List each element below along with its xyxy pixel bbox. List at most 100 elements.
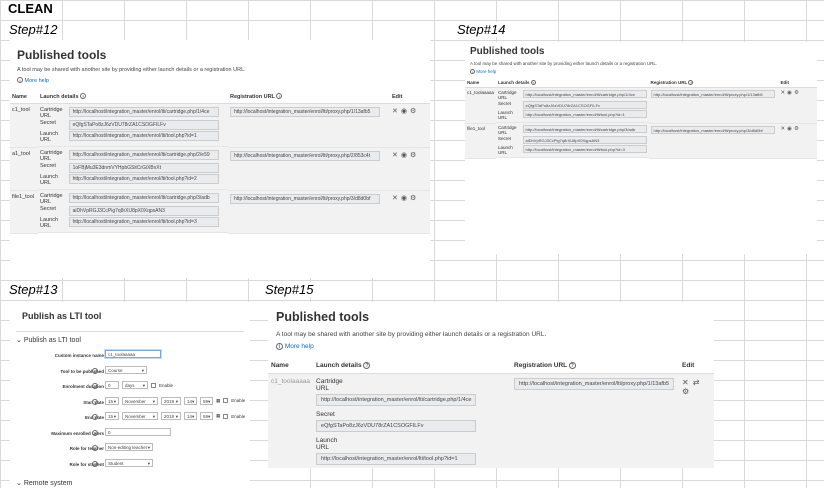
cartridge-url-field[interactable]: http://localhost/integration_master/enro… — [316, 394, 477, 406]
cartridge-url-field[interactable]: http://localhost/integration_master/enro… — [522, 90, 647, 98]
more-help-link[interactable]: More help — [285, 343, 314, 350]
tool-name: c1_toolaaaaa — [268, 373, 314, 468]
visibility-icon[interactable]: ◉ — [787, 126, 792, 132]
help-icon[interactable]: ? — [92, 367, 98, 374]
enrol-duration-input[interactable]: 0 — [105, 381, 119, 389]
delete-icon[interactable]: ✕ — [392, 107, 398, 115]
help-icon[interactable]: ? — [276, 93, 283, 99]
secret-field[interactable]: 1oFBjMu3E3dnmVYHpbGSitCrGiXBvXt — [68, 163, 219, 173]
tool-select[interactable]: Course ▾ — [105, 365, 147, 374]
help-icon[interactable]: ? — [92, 414, 98, 420]
step15-published-tools-panel: Published tools A tool may be shared wit… — [268, 302, 714, 468]
launch-url-field[interactable]: http://localhost/integration_master/enro… — [68, 217, 219, 227]
launch-url-field[interactable]: http://localhost/integration_master/enro… — [316, 453, 477, 465]
chevron-down-icon: ⌄ — [16, 480, 22, 487]
hour-select[interactable]: 14 ▾ — [184, 412, 197, 420]
cartridge-url-field[interactable]: http://localhost/integration_master/enro… — [68, 107, 219, 117]
hour-select[interactable]: 14 ▾ — [184, 396, 197, 405]
help-icon[interactable]: ? — [568, 362, 576, 369]
help-icon[interactable]: ? — [92, 398, 98, 405]
more-help-link[interactable]: More help — [25, 78, 49, 84]
calendar-icon[interactable]: ▦ — [216, 398, 220, 404]
form-row-custom-name: Custom instance name c1_toolaaaaa — [10, 349, 250, 365]
cartridge-url-field[interactable]: http://localhost/integration_master/enro… — [522, 125, 647, 133]
delete-icon[interactable]: ✕ — [392, 151, 398, 159]
help-icon[interactable]: ? — [530, 80, 536, 85]
month-select[interactable]: November ▾ — [122, 412, 158, 420]
table-row: c1_toolaaaaa Cartridge URL http://localhost… — [465, 87, 817, 124]
visibility-icon[interactable]: ◉ — [401, 151, 407, 159]
form-row-role-teacher: Role for teacher ? Non-editing teacher ▾ — [10, 442, 250, 458]
launch-url-field[interactable]: http://localhost/integration_master/enro… — [522, 110, 647, 118]
col-launch-details: Launch details — [498, 80, 530, 85]
duration-unit-select[interactable]: days ▾ — [122, 381, 148, 389]
registration-url-field[interactable]: http://localhost/integration_master/enro… — [650, 90, 775, 98]
visibility-icon[interactable]: ◉ — [787, 90, 792, 96]
role-student-select[interactable]: Student ▾ — [105, 458, 153, 467]
more-help-link[interactable]: More help — [476, 69, 496, 74]
visibility-icon[interactable]: ◉ — [401, 194, 407, 202]
field-label: Role for teacher — [69, 446, 104, 451]
launch-url-field[interactable]: http://localhost/integration_master/enro… — [68, 174, 219, 184]
delete-icon[interactable]: ✕ — [781, 90, 786, 96]
step14-published-tools-panel: Published tools A tool may be shared wit… — [465, 42, 817, 254]
role-teacher-select[interactable]: Non-editing teacher ▾ — [105, 443, 153, 451]
calendar-icon[interactable]: ▦ — [216, 413, 220, 419]
year-select[interactable]: 2018 ▾ — [161, 396, 181, 405]
cartridge-url-field[interactable]: http://localhost/integration_master/enro… — [68, 193, 219, 203]
launch-url-field[interactable]: http://localhost/integration_master/enro… — [522, 145, 647, 153]
secret-field[interactable]: eQfgSTaPo8zJ6zVDU78rZA1CSOGFILFv — [522, 101, 647, 109]
day-select[interactable]: 15 ▾ — [105, 396, 119, 405]
secret-field[interactable]: eQfgSTaPo8zJ6zVDU78rZA1CSOGFILFv — [316, 420, 477, 432]
delete-icon[interactable]: ✕ — [781, 126, 786, 132]
launch-url-field[interactable]: http://localhost/integration_master/enro… — [68, 131, 219, 141]
secret-field[interactable]: eQfgSTaPo8zJ6zVDU78rZA1CSOGFILFv — [68, 120, 219, 130]
delete-icon[interactable]: ✕ — [682, 378, 689, 387]
url-label: URL — [316, 385, 330, 392]
launch-label: Launch — [316, 437, 338, 444]
enable-checkbox[interactable] — [151, 382, 156, 388]
visibility-icon[interactable]: ◉ — [401, 107, 407, 115]
help-icon[interactable]: ? — [92, 429, 98, 436]
help-icon[interactable]: ? — [92, 445, 98, 451]
secret-label: Secret — [40, 120, 56, 126]
month-select[interactable]: November ▾ — [122, 396, 158, 405]
day-select[interactable]: 15 ▾ — [105, 412, 119, 420]
gear-icon[interactable]: ⚙ — [682, 387, 689, 396]
gear-icon[interactable]: ⚙ — [410, 107, 416, 115]
help-icon[interactable]: ? — [92, 383, 98, 389]
disable-icon[interactable]: ⇄ — [693, 378, 700, 387]
help-icon[interactable]: ? — [363, 362, 371, 369]
chevron-down-icon: ▾ — [175, 398, 178, 404]
help-icon[interactable]: ? — [80, 93, 87, 99]
minute-select[interactable]: 59 ▾ — [200, 412, 213, 420]
page-title: Published tools — [470, 46, 545, 57]
gear-icon[interactable]: ⚙ — [794, 90, 799, 96]
enable-checkbox[interactable] — [223, 413, 229, 419]
registration-url-field[interactable]: http://localhost/integration_master/enro… — [230, 107, 380, 117]
delete-icon[interactable]: ✕ — [392, 194, 398, 202]
help-icon[interactable]: ? — [688, 80, 694, 85]
help-icon[interactable]: ? — [92, 460, 98, 467]
cartridge-url-field[interactable]: http://localhost/integration_master/enro… — [68, 150, 219, 160]
year-select[interactable]: 2018 ▾ — [161, 412, 181, 420]
registration-url-field[interactable]: http://localhost/integration_master/enro… — [230, 150, 380, 161]
minute-select[interactable]: 59 ▾ — [200, 396, 213, 405]
registration-url-field[interactable]: http://localhost/integration_master/enro… — [650, 125, 775, 134]
section-title: Publish as LTI tool — [23, 337, 81, 344]
gear-icon[interactable]: ⚙ — [410, 151, 416, 159]
registration-url-field[interactable]: http://localhost/integration_master/enro… — [514, 378, 675, 390]
section-toggle-publish[interactable]: ⌄ Publish as LTI tool — [16, 336, 250, 344]
max-users-input[interactable]: 0 — [105, 427, 171, 436]
gear-icon[interactable]: ⚙ — [410, 194, 416, 202]
section-toggle-remote[interactable]: ⌄ Remote system — [16, 479, 250, 487]
form-row-tool: Tool to be published ? Course ▾ — [10, 365, 250, 381]
custom-instance-name-input[interactable]: c1_toolaaaaa — [105, 350, 161, 358]
enable-checkbox[interactable] — [223, 398, 229, 403]
secret-field[interactable]: aiDhVpRGJ3CcPig7q8rXU8pX0XqpsAN3 — [522, 136, 647, 144]
tools-table: Name Launch details ? Registration URL ?… — [10, 90, 430, 234]
secret-field[interactable]: aiDhVpRGJ3CcPig7q8rXU8pX0XqpsAN3 — [68, 206, 219, 216]
gear-icon[interactable]: ⚙ — [794, 126, 799, 132]
registration-url-field[interactable]: http://localhost/integration_master/enro… — [230, 193, 380, 204]
form-row-role-student: Role for student ? Student ▾ — [10, 458, 250, 474]
